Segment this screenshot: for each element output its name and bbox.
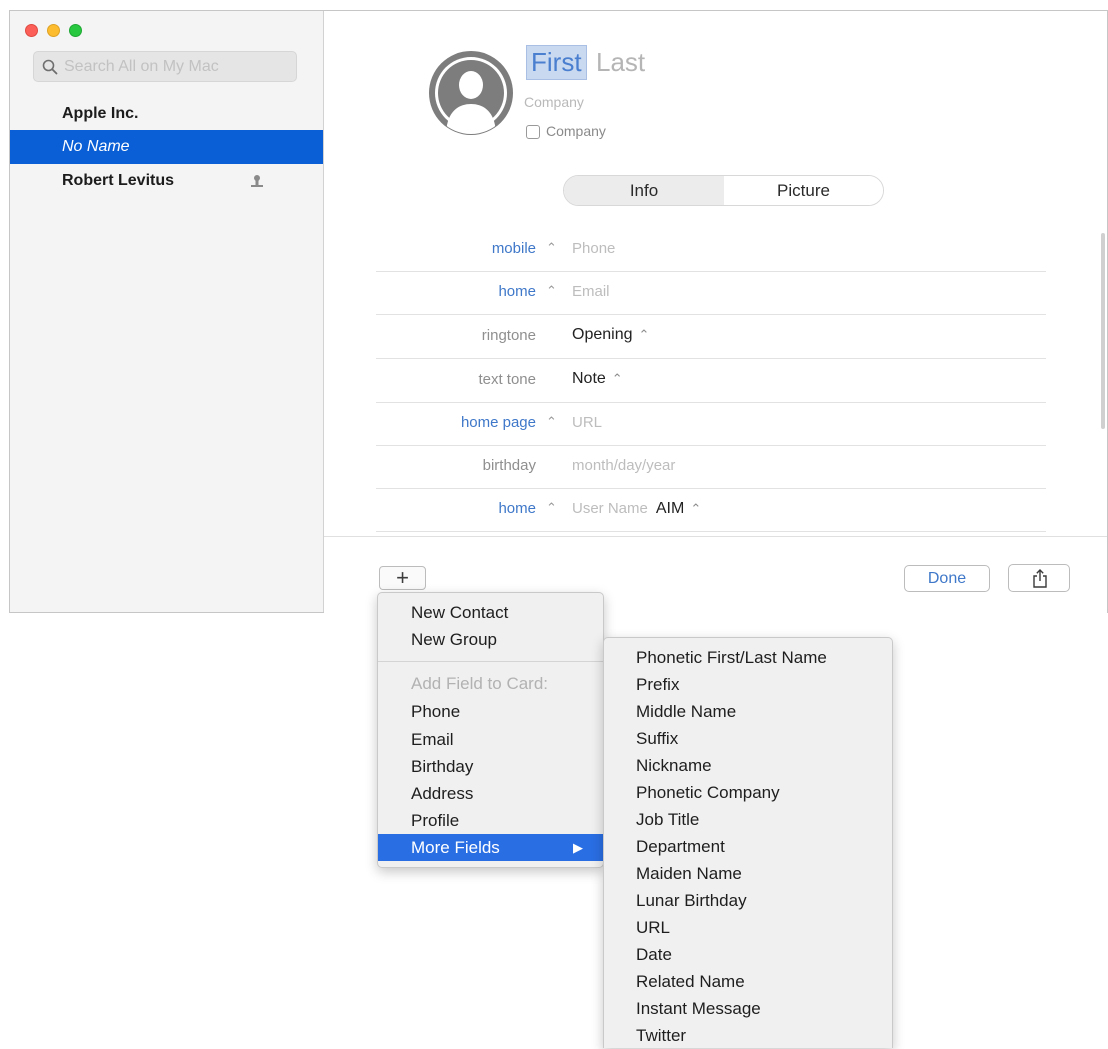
menu-item-new-group[interactable]: New Group <box>378 626 603 653</box>
submenu-item-maiden-name[interactable]: Maiden Name <box>604 860 892 887</box>
company-checkbox-label: Company <box>546 123 606 139</box>
submenu-item-lunar-birthday[interactable]: Lunar Birthday <box>604 887 892 914</box>
company-field[interactable]: Company <box>524 94 584 110</box>
im-username-placeholder: User Name <box>572 500 648 517</box>
ringtone-stepper-icon: ⌃ <box>638 327 650 342</box>
text-tone-label: text tone <box>478 371 536 388</box>
text-tone-stepper-icon: ⌃ <box>611 371 623 386</box>
url-input[interactable]: URL <box>572 414 602 431</box>
email-label-popup[interactable]: home <box>498 283 536 300</box>
scrollbar[interactable] <box>1101 233 1105 429</box>
home-page-stepper-icon[interactable]: ⌃ <box>546 414 557 430</box>
ringtone-popup[interactable]: Opening ⌃ <box>572 326 649 344</box>
text-tone-row: text tone Note ⌃ <box>376 360 1046 403</box>
ringtone-row: ringtone Opening ⌃ <box>376 316 1046 359</box>
share-icon <box>1033 569 1047 588</box>
submenu-item-phonetic-first-last-name[interactable]: Phonetic First/Last Name <box>604 644 892 671</box>
search-field[interactable] <box>33 51 297 82</box>
contact-item-robert-levitus[interactable]: Robert Levitus <box>10 164 323 198</box>
birthday-label: birthday <box>482 457 536 474</box>
contact-card: First Last Company Company Info Picture … <box>324 11 1107 613</box>
contact-name: No Name <box>62 138 130 155</box>
contact-name: Robert Levitus <box>62 172 175 189</box>
ringtone-label: ringtone <box>481 327 536 344</box>
first-name-field[interactable]: First <box>526 45 587 80</box>
submenu-item-related-name[interactable]: Related Name <box>604 968 892 995</box>
search-input[interactable] <box>64 56 289 78</box>
tab-info[interactable]: Info <box>564 176 724 205</box>
im-service-stepper-icon[interactable]: ⌃ <box>690 501 701 516</box>
search-icon <box>42 59 58 75</box>
submenu-item-date[interactable]: Date <box>604 941 892 968</box>
menu-item-address[interactable]: Address <box>378 780 603 807</box>
menu-separator <box>378 661 603 662</box>
home-page-label-popup[interactable]: home page <box>461 414 536 431</box>
im-label-popup[interactable]: home <box>498 500 536 517</box>
menu-item-phone[interactable]: Phone <box>378 698 603 725</box>
more-fields-submenu: Phonetic First/Last Name Prefix Middle N… <box>603 637 893 1048</box>
text-tone-popup[interactable]: Note ⌃ <box>572 370 623 388</box>
submenu-item-phonetic-company[interactable]: Phonetic Company <box>604 779 892 806</box>
instant-message-row: home ⌃ User Name AIM ⌃ <box>376 489 1046 532</box>
close-window-button[interactable] <box>25 24 38 37</box>
minimize-window-button[interactable] <box>47 24 60 37</box>
add-menu: New Contact New Group Add Field to Card:… <box>377 592 604 868</box>
tab-picture[interactable]: Picture <box>724 176 883 205</box>
contact-item-no-name[interactable]: No Name <box>10 130 323 164</box>
contacts-window: Apple Inc. No Name Robert Levitus Fi <box>9 10 1108 613</box>
submenu-item-twitter[interactable]: Twitter <box>604 1022 892 1049</box>
submenu-item-nickname[interactable]: Nickname <box>604 752 892 779</box>
im-label-stepper-icon[interactable]: ⌃ <box>546 500 557 516</box>
submenu-item-instant-message[interactable]: Instant Message <box>604 995 892 1022</box>
menu-item-email[interactable]: Email <box>378 726 603 753</box>
company-checkbox[interactable] <box>526 125 540 139</box>
menu-item-new-contact[interactable]: New Contact <box>378 599 603 626</box>
text-tone-value: Note <box>572 370 606 387</box>
share-button[interactable] <box>1008 564 1070 592</box>
submenu-item-url[interactable]: URL <box>604 914 892 941</box>
submenu-item-department[interactable]: Department <box>604 833 892 860</box>
home-page-row: home page ⌃ URL <box>376 403 1046 446</box>
email-label-stepper-icon[interactable]: ⌃ <box>546 283 557 299</box>
menu-item-more-fields[interactable]: More Fields ▶ <box>378 834 603 861</box>
more-fields-label: More Fields <box>411 838 500 857</box>
done-button[interactable]: Done <box>904 565 990 592</box>
zoom-window-button[interactable] <box>69 24 82 37</box>
submenu-item-middle-name[interactable]: Middle Name <box>604 698 892 725</box>
im-service-popup[interactable]: AIM <box>656 500 684 517</box>
email-input[interactable]: Email <box>572 283 610 300</box>
submenu-item-suffix[interactable]: Suffix <box>604 725 892 752</box>
my-card-person-icon <box>251 175 263 187</box>
email-row: home ⌃ Email <box>376 272 1046 315</box>
menu-item-birthday[interactable]: Birthday <box>378 753 603 780</box>
submenu-item-prefix[interactable]: Prefix <box>604 671 892 698</box>
birthday-row: birthday month/day/year <box>376 446 1046 489</box>
ringtone-value: Opening <box>572 326 633 343</box>
last-name-field[interactable]: Last <box>596 47 645 78</box>
menu-section-add-field: Add Field to Card: <box>411 674 549 693</box>
birthday-input[interactable]: month/day/year <box>572 457 675 474</box>
submenu-item-job-title[interactable]: Job Title <box>604 806 892 833</box>
info-picture-toggle: Info Picture <box>563 175 884 206</box>
phone-label-stepper-icon[interactable]: ⌃ <box>546 240 557 256</box>
contact-name: Apple Inc. <box>62 105 139 122</box>
submenu-arrow-icon: ▶ <box>573 840 583 855</box>
phone-row: mobile ⌃ Phone <box>376 229 1046 272</box>
sidebar: Apple Inc. No Name Robert Levitus <box>10 11 324 612</box>
avatar-placeholder-icon[interactable] <box>428 50 514 136</box>
phone-label-popup[interactable]: mobile <box>492 240 536 257</box>
phone-input[interactable]: Phone <box>572 240 615 257</box>
contact-item-apple-inc[interactable]: Apple Inc. <box>10 97 323 131</box>
im-username-input[interactable]: User Name AIM ⌃ <box>572 500 701 518</box>
add-button[interactable]: + <box>379 566 426 590</box>
menu-item-profile[interactable]: Profile <box>378 807 603 834</box>
